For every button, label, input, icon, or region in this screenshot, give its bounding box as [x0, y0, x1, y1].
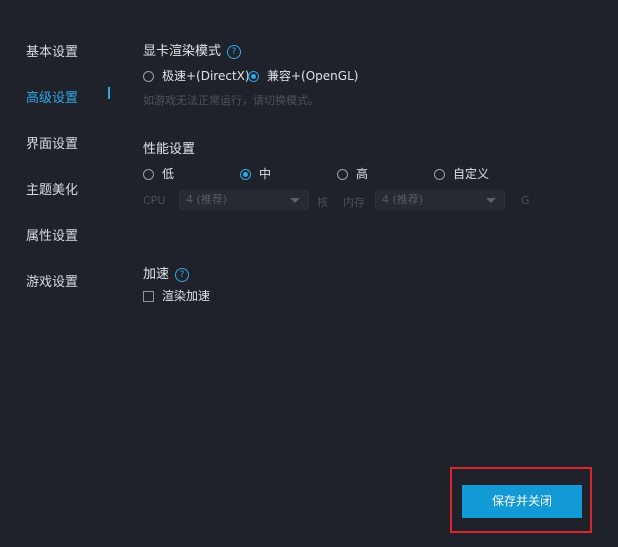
cpu-select[interactable]: 4 (推荐) — [179, 190, 309, 210]
acceleration-title: 加速 — [143, 267, 170, 282]
sidebar-item-theme[interactable]: 主题美化 — [26, 179, 78, 198]
radio-perf-custom[interactable]: 自定义 — [434, 165, 489, 182]
render-mode-hint: 如游戏无法正常运行，请切换模式。 — [143, 94, 319, 107]
save-and-close-button[interactable]: 保存并关闭 — [462, 485, 582, 518]
radio-circle[interactable] — [337, 169, 348, 180]
memory-select[interactable]: 4 (推荐) — [375, 190, 505, 210]
memory-unit: G — [521, 194, 530, 207]
radio-label: 兼容+(OpenGL) — [267, 69, 359, 83]
memory-select-value: 4 (推荐) — [382, 193, 424, 206]
radio-label: 中 — [259, 167, 272, 181]
radio-perf-low[interactable]: 低 — [143, 165, 174, 182]
cpu-label: CPU — [143, 194, 166, 207]
cpu-unit: 核 — [317, 196, 328, 209]
sidebar-item-basic[interactable]: 基本设置 — [26, 41, 78, 60]
radio-circle[interactable] — [434, 169, 445, 180]
radio-perf-medium[interactable]: 中 — [240, 165, 271, 182]
chevron-down-icon — [486, 198, 496, 203]
radio-label: 高 — [356, 167, 369, 181]
memory-label: 内存 — [343, 196, 365, 209]
chevron-down-icon — [290, 198, 300, 203]
render-acceleration-option[interactable]: 渲染加速 — [143, 287, 210, 304]
sidebar-item-interface[interactable]: 界面设置 — [26, 133, 78, 152]
radio-circle[interactable] — [143, 169, 154, 180]
render-mode-title: 显卡渲染模式 — [143, 44, 222, 59]
render-acceleration-checkbox[interactable] — [143, 291, 154, 302]
help-icon[interactable]: ? — [175, 268, 190, 282]
help-icon[interactable]: ? — [227, 45, 242, 59]
radio-label: 低 — [162, 167, 175, 181]
sidebar-item-properties[interactable]: 属性设置 — [26, 225, 78, 244]
radio-circle-checked[interactable] — [248, 71, 259, 82]
radio-directx[interactable]: 极速+(DirectX) — [143, 67, 250, 84]
radio-circle[interactable] — [143, 71, 154, 82]
performance-title: 性能设置 — [143, 142, 196, 157]
radio-label: 极速+(DirectX) — [162, 69, 250, 83]
radio-circle-checked[interactable] — [240, 169, 251, 180]
highlight-box: 保存并关闭 — [450, 467, 592, 533]
radio-label: 自定义 — [453, 167, 490, 181]
cpu-select-value: 4 (推荐) — [186, 193, 228, 206]
radio-perf-high[interactable]: 高 — [337, 165, 368, 182]
acceleration-heading: 加速? — [143, 263, 190, 282]
custom-performance-row: CPU 4 (推荐) 核 内存 4 (推荐) G — [143, 190, 543, 212]
active-item-marker — [108, 87, 110, 99]
sidebar-item-game[interactable]: 游戏设置 — [26, 271, 78, 290]
settings-sidebar: 基本设置 高级设置 界面设置 主题美化 属性设置 游戏设置 — [0, 0, 120, 547]
checkbox-label: 渲染加速 — [162, 289, 211, 303]
render-mode-heading: 显卡渲染模式? — [143, 40, 242, 59]
sidebar-item-advanced[interactable]: 高级设置 — [26, 87, 78, 106]
radio-opengl[interactable]: 兼容+(OpenGL) — [248, 67, 358, 84]
